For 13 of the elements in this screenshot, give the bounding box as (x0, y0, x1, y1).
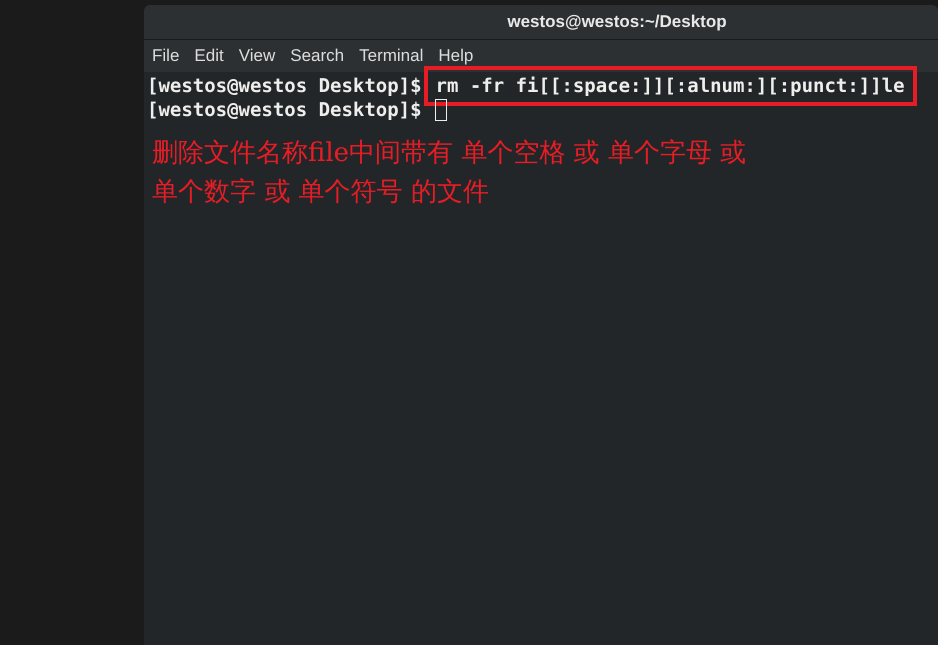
annotation-text: 删除文件名称file中间带有 单个空格 或 单个字母 或 (152, 137, 748, 170)
shell-prompt: [westos@westos Desktop]$ (147, 74, 422, 98)
menu-item[interactable]: File (152, 43, 180, 69)
menu-item[interactable]: Terminal (359, 43, 424, 69)
annotation-text: 单个数字 或 单个符号 的文件 (152, 176, 490, 209)
shell-prompt: [westos@westos Desktop]$ (147, 98, 422, 122)
window-title: westos@westos:~/Desktop (506, 11, 727, 34)
command-text: rm -fr fi[[:space:]][:alnum:][:punct:]]le (424, 66, 917, 106)
menu-item[interactable]: Search (290, 43, 344, 69)
menu-item[interactable]: Help (438, 43, 474, 69)
menu-item[interactable]: View (238, 43, 276, 69)
text-cursor (434, 99, 447, 121)
menu-item[interactable]: Edit (194, 43, 224, 69)
